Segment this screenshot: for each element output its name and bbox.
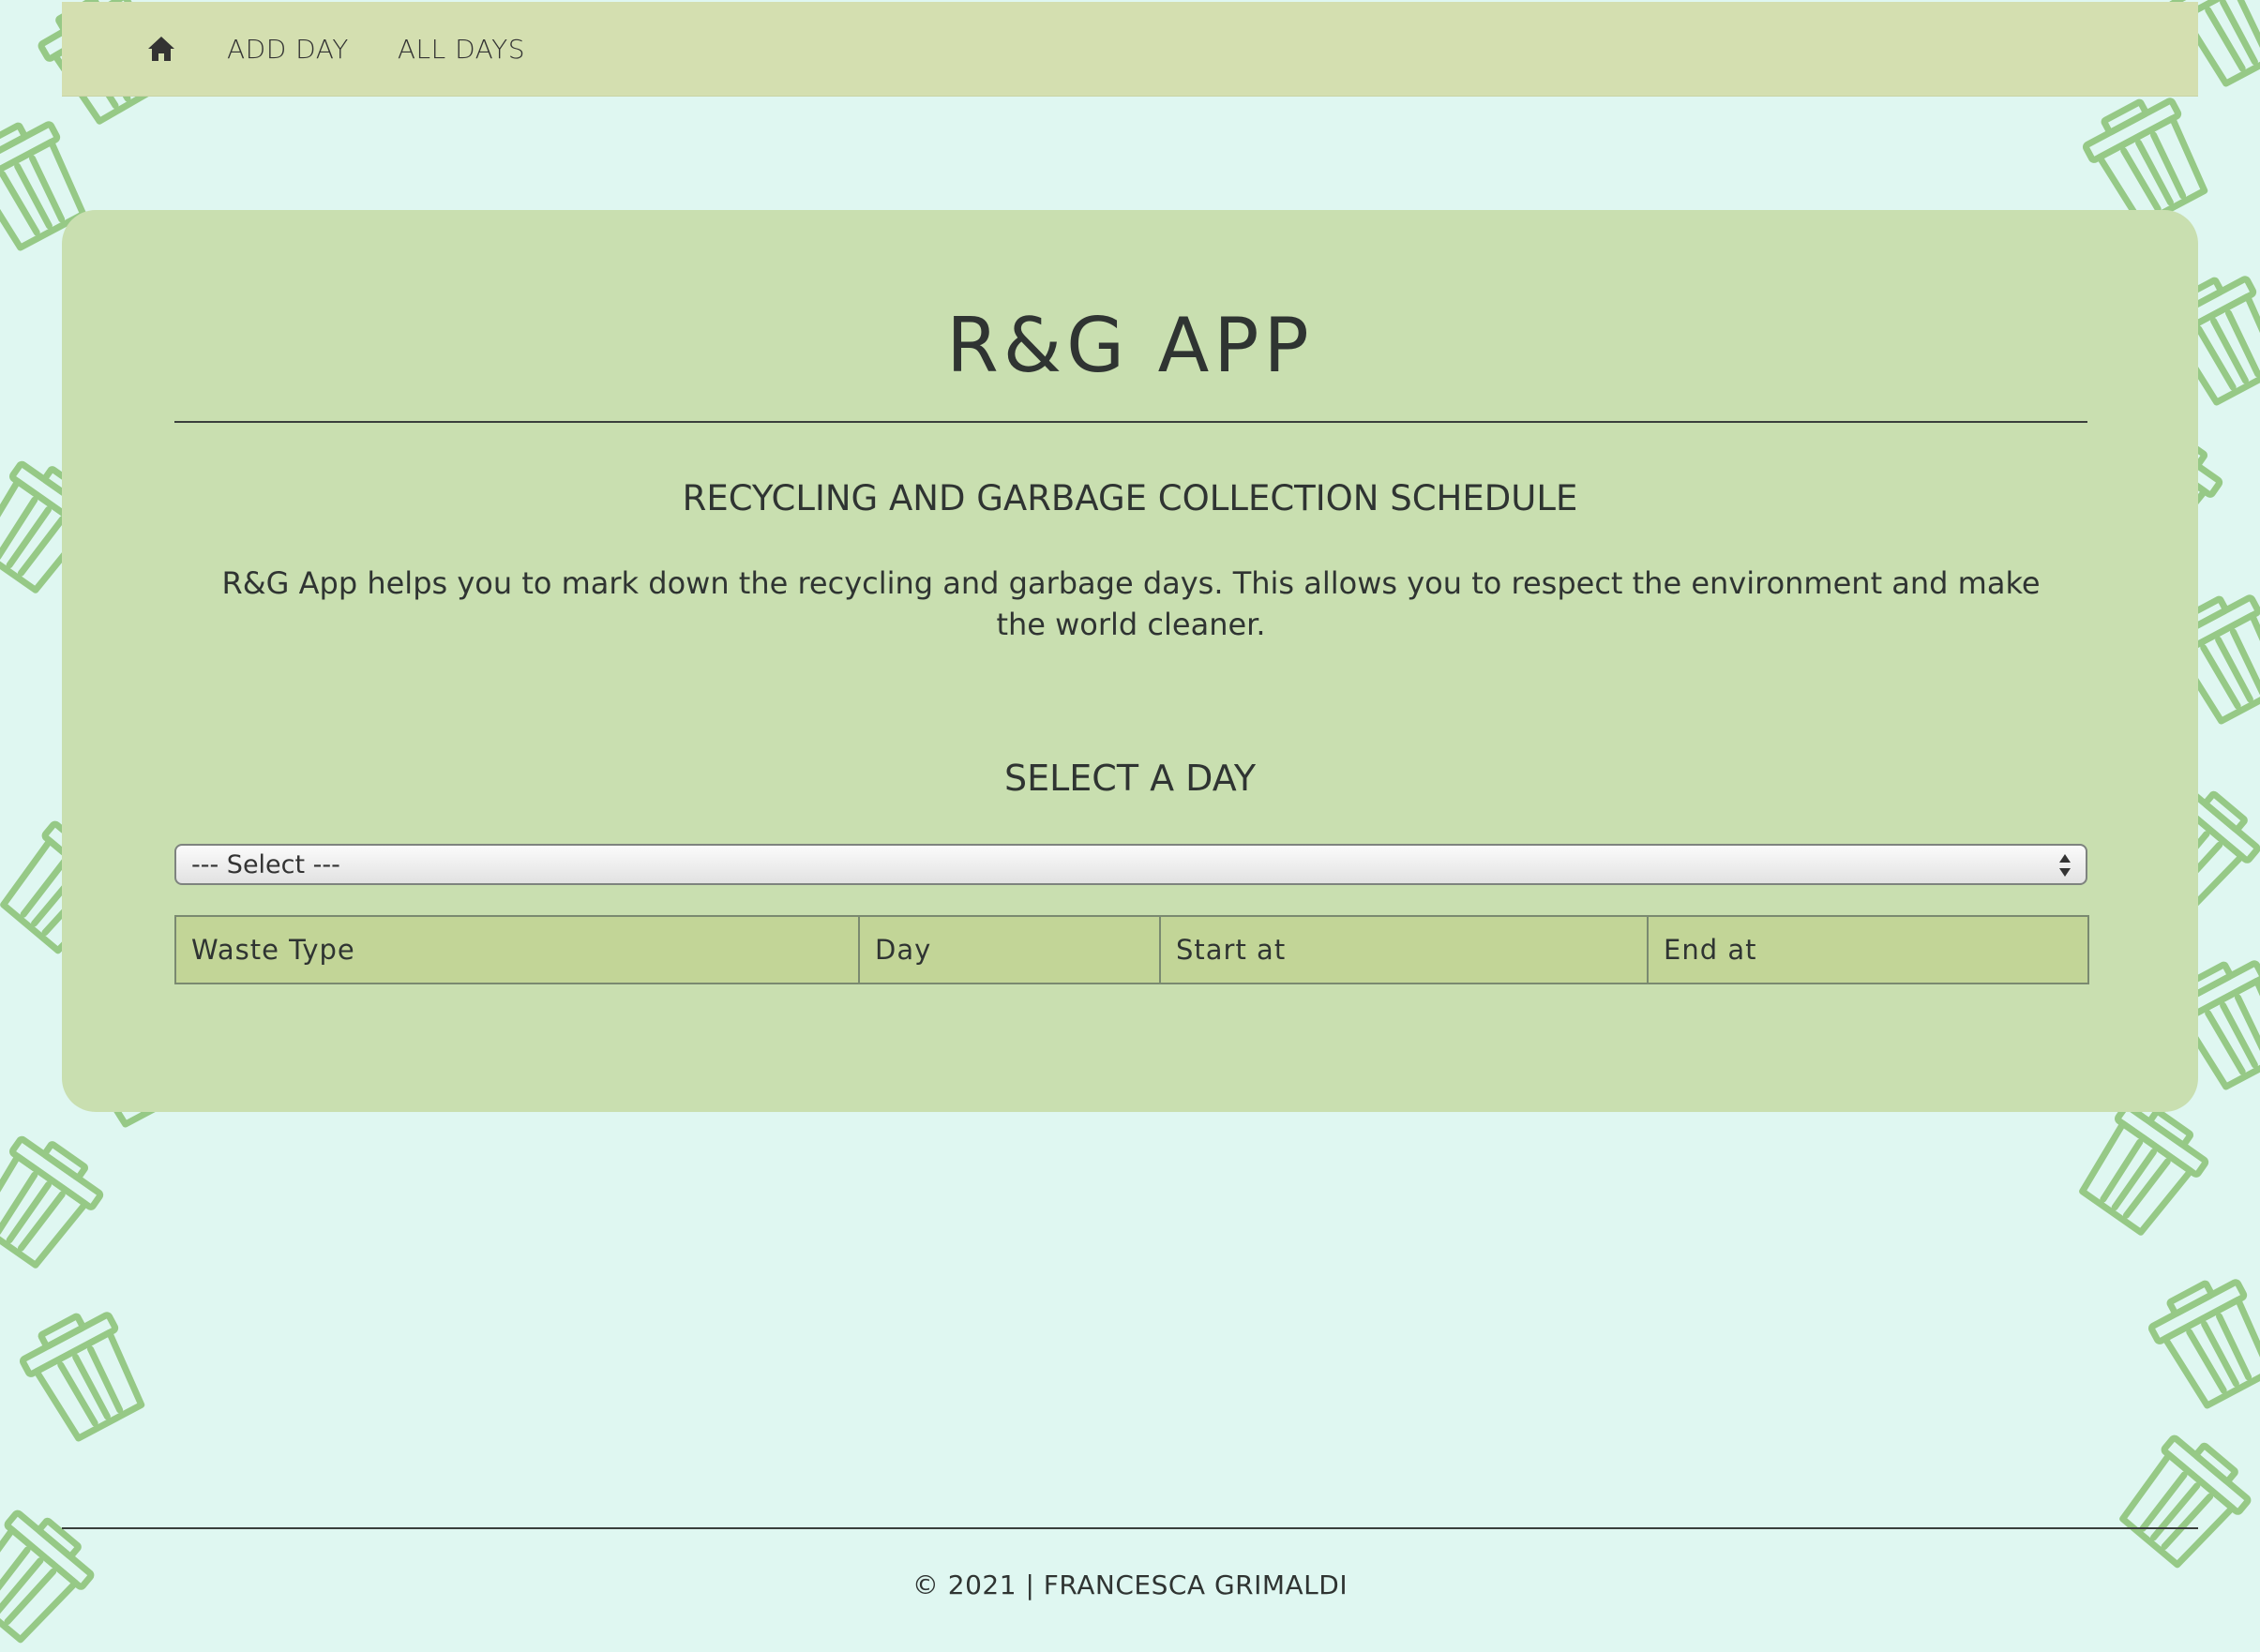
main-card: R&G APP RECYCLING AND GARBAGE COLLECTION… — [62, 210, 2198, 1112]
nav-add-day[interactable]: ADD DAY — [227, 34, 349, 65]
day-select-value: --- Select --- — [191, 850, 340, 879]
trash-bin-icon — [2079, 88, 2216, 230]
trash-bin-icon — [16, 1302, 153, 1444]
trash-bin-icon — [2145, 1269, 2260, 1411]
col-start-at: Start at — [1159, 915, 1649, 984]
page-title: R&G APP — [946, 302, 1314, 389]
nav-all-days[interactable]: ALL DAYS — [398, 34, 525, 65]
trash-bin-icon — [2072, 1095, 2214, 1240]
trash-bin-icon — [0, 1128, 109, 1273]
footer-divider — [62, 1527, 2198, 1529]
col-waste-type: Waste Type — [174, 915, 860, 984]
schedule-table: Waste Type Day Start at End at — [174, 915, 2089, 984]
top-navbar: ADD DAY ALL DAYS — [62, 2, 2198, 97]
select-arrows-icon — [2059, 854, 2071, 877]
intro-text: R&G App helps you to mark down the recyc… — [221, 565, 2041, 642]
day-select[interactable]: --- Select --- — [174, 844, 2087, 885]
col-day: Day — [858, 915, 1161, 984]
home-icon — [148, 37, 174, 61]
col-end-at: End at — [1647, 915, 2089, 984]
title-divider — [174, 421, 2087, 423]
home-link[interactable] — [144, 32, 178, 66]
table-header-row: Waste Type Day Start at End at — [174, 915, 2089, 984]
page-subtitle: RECYCLING AND GARBAGE COLLECTION SCHEDUL… — [682, 478, 1578, 518]
trash-bin-icon — [2113, 1427, 2257, 1573]
select-day-heading: SELECT A DAY — [1003, 758, 1257, 799]
footer-copyright: © 2021 | FRANCESCA GRIMALDI — [912, 1569, 1348, 1600]
